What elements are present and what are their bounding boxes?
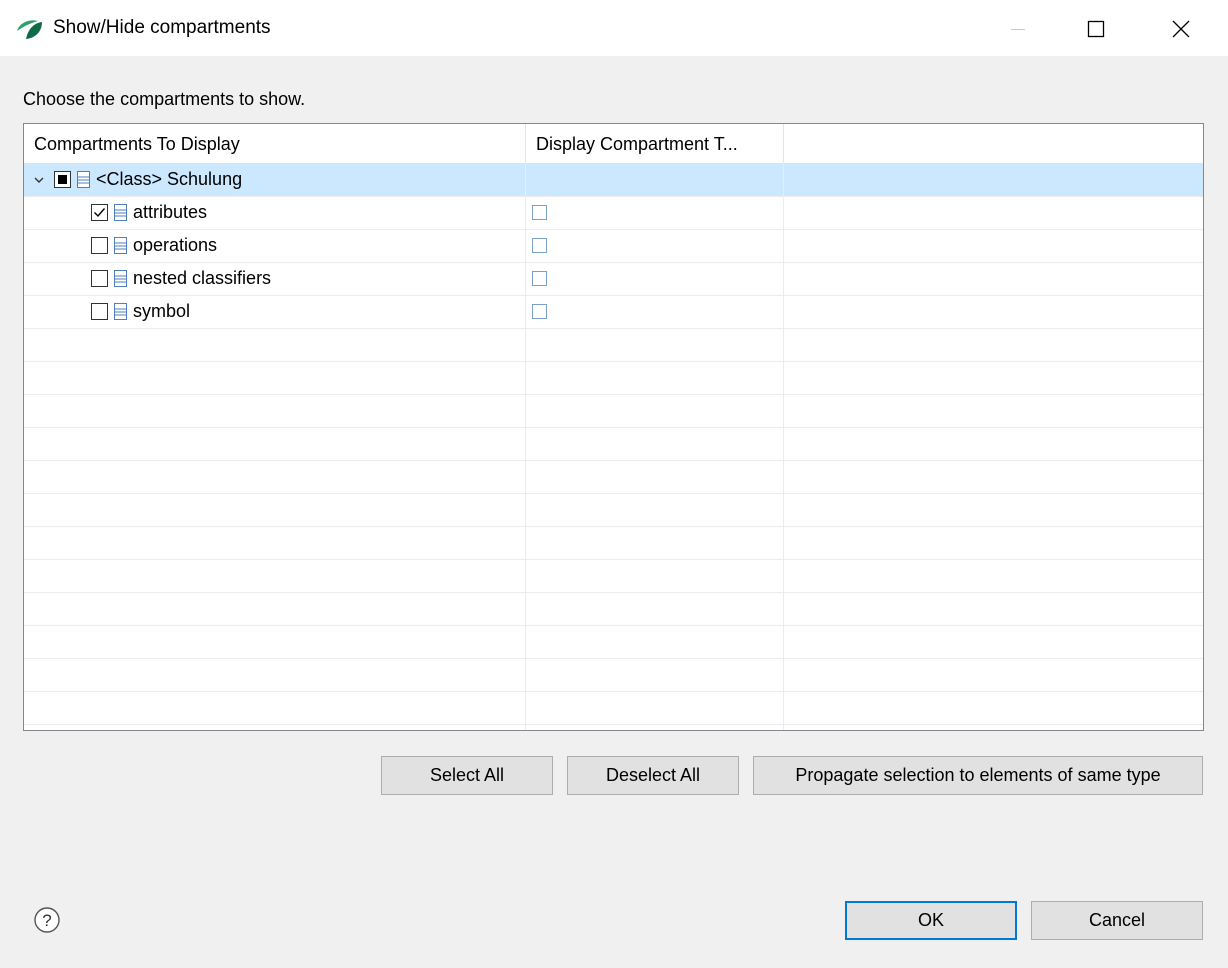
row-grid-line bbox=[24, 460, 1203, 461]
compartment-icon bbox=[114, 303, 127, 320]
attributes-checkbox[interactable] bbox=[91, 204, 108, 221]
row-grid-line bbox=[24, 229, 1203, 230]
nested-classifiers-checkbox[interactable] bbox=[91, 270, 108, 287]
tree-row-attributes[interactable]: attributes bbox=[24, 196, 1203, 229]
compartments-tree-table[interactable]: Compartments To Display Display Compartm… bbox=[23, 123, 1204, 731]
row-grid-line bbox=[24, 427, 1203, 428]
row-grid-line bbox=[24, 724, 1203, 725]
row-grid-line bbox=[24, 592, 1203, 593]
chevron-down-icon[interactable] bbox=[32, 173, 46, 187]
instruction-text: Choose the compartments to show. bbox=[23, 89, 306, 109]
row-grid-line bbox=[24, 658, 1203, 659]
checkmark-icon bbox=[94, 208, 106, 218]
row-grid-line bbox=[24, 394, 1203, 395]
operations-checkbox[interactable] bbox=[91, 237, 108, 254]
compartment-icon bbox=[114, 204, 127, 221]
row-grid-line bbox=[24, 493, 1203, 494]
maximize-button[interactable] bbox=[1073, 10, 1119, 48]
tree-row-label: symbol bbox=[133, 301, 191, 321]
attributes-display-title-checkbox[interactable] bbox=[532, 205, 547, 220]
symbol-checkbox[interactable] bbox=[91, 303, 108, 320]
svg-text:?: ? bbox=[42, 911, 51, 930]
window-title: Show/Hide compartments bbox=[53, 17, 271, 38]
row-grid-line bbox=[24, 526, 1203, 527]
title-bar: Show/Hide compartments bbox=[0, 0, 1228, 56]
close-icon bbox=[1172, 20, 1190, 38]
deselect-all-button[interactable]: Deselect All bbox=[567, 756, 739, 795]
row-grid-line bbox=[24, 559, 1203, 560]
operations-display-title-checkbox[interactable] bbox=[532, 238, 547, 253]
row-grid-line bbox=[24, 196, 1203, 197]
help-icon[interactable]: ? bbox=[33, 906, 61, 934]
minimize-icon bbox=[1011, 29, 1025, 30]
papyrus-leaf-icon bbox=[17, 20, 42, 39]
symbol-display-title-checkbox[interactable] bbox=[532, 304, 547, 319]
tree-row-label: nested classifiers bbox=[133, 268, 272, 288]
tree-row-label: attributes bbox=[133, 202, 208, 222]
column-header-display-title[interactable]: Display Compartment T... bbox=[526, 124, 784, 163]
column-separator bbox=[525, 163, 526, 730]
row-grid-line bbox=[24, 361, 1203, 362]
column-separator bbox=[783, 163, 784, 730]
row-grid-line bbox=[24, 328, 1203, 329]
compartment-icon bbox=[77, 171, 90, 188]
compartment-icon bbox=[114, 270, 127, 287]
tree-row-symbol[interactable]: symbol bbox=[24, 295, 1203, 328]
tree-row-root[interactable]: <Class> Schulung bbox=[24, 163, 1203, 196]
row-grid-line bbox=[24, 295, 1203, 296]
row-grid-line bbox=[24, 691, 1203, 692]
cancel-button[interactable]: Cancel bbox=[1031, 901, 1203, 940]
select-all-button[interactable]: Select All bbox=[381, 756, 553, 795]
column-header-compartments[interactable]: Compartments To Display bbox=[24, 124, 526, 163]
tree-row-label: operations bbox=[133, 235, 218, 255]
compartment-icon bbox=[114, 237, 127, 254]
tree-row-label: <Class> Schulung bbox=[96, 169, 243, 189]
ok-button[interactable]: OK bbox=[845, 901, 1017, 940]
close-button[interactable] bbox=[1158, 10, 1204, 48]
row-grid-line bbox=[24, 262, 1203, 263]
column-header-empty bbox=[784, 124, 1203, 163]
maximize-icon bbox=[1087, 20, 1105, 38]
tree-row-nested-classifiers[interactable]: nested classifiers bbox=[24, 262, 1203, 295]
minimize-button[interactable] bbox=[995, 10, 1041, 48]
nested-classifiers-display-title-checkbox[interactable] bbox=[532, 271, 547, 286]
row-grid-line bbox=[24, 625, 1203, 626]
tree-row-operations[interactable]: operations bbox=[24, 229, 1203, 262]
propagate-selection-button[interactable]: Propagate selection to elements of same … bbox=[753, 756, 1203, 795]
root-partial-checkbox[interactable] bbox=[54, 171, 71, 188]
